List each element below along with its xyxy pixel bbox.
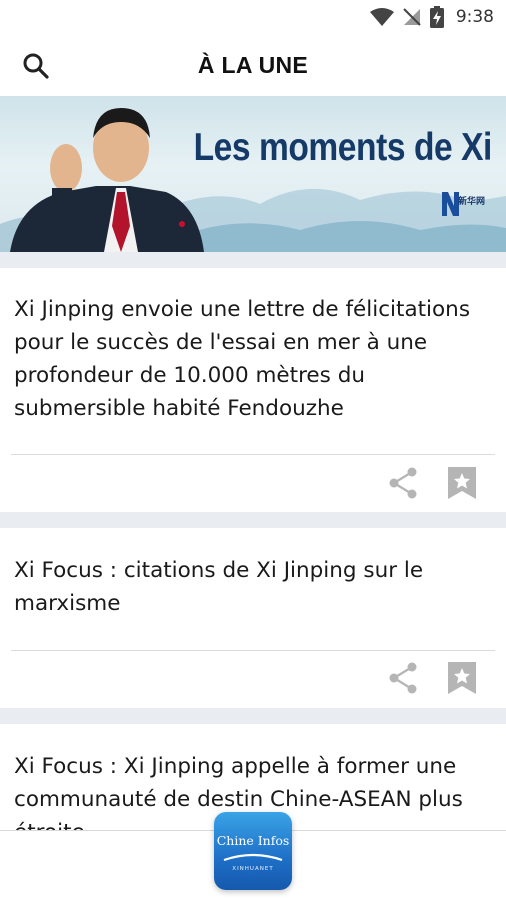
- bookmark-button[interactable]: [448, 662, 476, 694]
- share-icon: [389, 662, 417, 694]
- app-badge-button[interactable]: Chine Infos XINHUANET: [214, 812, 292, 890]
- news-logo-icon: [442, 192, 459, 216]
- banner-title: Les moments de Xi: [193, 126, 493, 169]
- section-separator: [0, 708, 506, 724]
- wifi-icon: [369, 8, 394, 26]
- share-icon: [389, 467, 417, 499]
- xinhua-logo-text: 新华网: [458, 197, 486, 207]
- battery-charging-icon: [429, 6, 444, 28]
- bookmark-star-icon: [448, 662, 476, 694]
- share-button[interactable]: [386, 661, 420, 695]
- app-header: À LA UNE: [0, 34, 506, 96]
- app-badge-name: Chine Infos: [216, 833, 290, 848]
- article-title[interactable]: Xi Focus : citations de Xi Jinping sur l…: [14, 554, 498, 620]
- xinhua-logo: 新华网: [440, 186, 496, 222]
- status-bar: 9:38: [0, 0, 506, 34]
- no-signal-icon: [403, 8, 421, 26]
- featured-banner[interactable]: Les moments de Xi 新华网: [0, 96, 506, 252]
- search-icon: [23, 53, 49, 79]
- section-separator: [0, 252, 506, 268]
- bookmark-star-icon: [448, 467, 476, 499]
- article-card[interactable]: Xi Jinping envoie une lettre de félicita…: [0, 268, 506, 512]
- page-title: À LA UNE: [197, 51, 309, 78]
- app-badge-subtitle: XINHUANET: [232, 866, 274, 872]
- article-title[interactable]: Xi Jinping envoie une lettre de félicita…: [14, 293, 498, 425]
- card-divider: [11, 454, 495, 455]
- bookmark-button[interactable]: [448, 467, 476, 499]
- article-card[interactable]: Xi Focus : citations de Xi Jinping sur l…: [0, 528, 506, 708]
- status-time: 9:38: [455, 7, 494, 27]
- share-button[interactable]: [386, 466, 420, 500]
- banner-artwork: [0, 108, 506, 252]
- section-separator: [0, 512, 506, 528]
- card-divider: [11, 650, 495, 651]
- search-button[interactable]: [22, 52, 50, 80]
- app-badge-swoosh: [223, 853, 283, 862]
